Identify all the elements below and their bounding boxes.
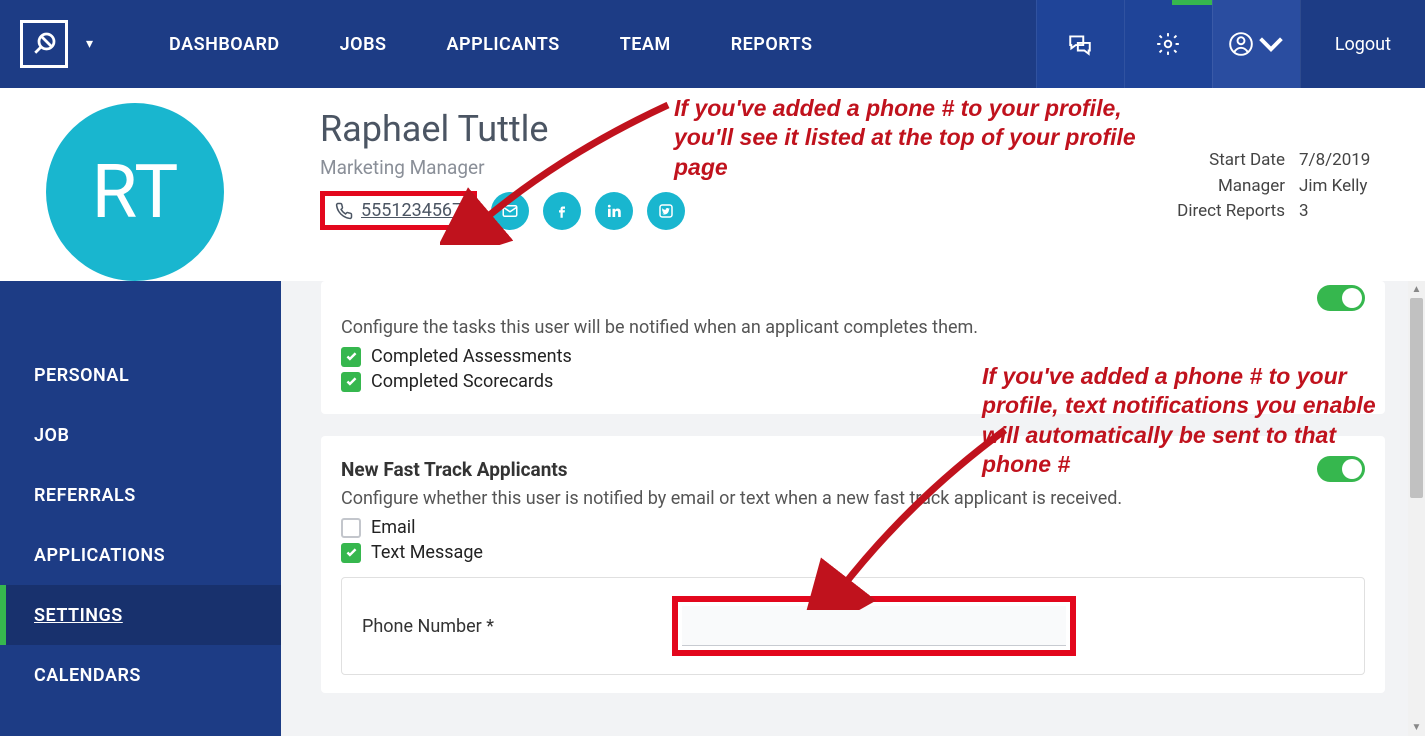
sidebar-item-settings[interactable]: SETTINGS [0,585,281,645]
chevron-down-icon[interactable]: ▾ [86,36,93,52]
completed-scorecards-label: Completed Scorecards [371,371,553,392]
scrollbar[interactable]: ▲ ▼ [1408,281,1425,736]
applicant-tasks-desc: Configure the tasks this user will be no… [341,317,1365,338]
sidebar-item-calendars[interactable]: CALENDARS [0,645,281,705]
nav-right: Logout [1036,0,1425,88]
email-label: Email [371,517,416,538]
annotation-arrow-top [440,95,680,245]
annotation-bottom: If you've added a phone # to your profil… [982,362,1392,480]
scrollbar-up-arrow[interactable]: ▲ [1408,281,1425,298]
nav-dashboard[interactable]: DASHBOARD [169,34,280,55]
logo-area[interactable]: ▾ [0,20,113,68]
settings-icon-button[interactable] [1124,0,1212,88]
applicant-tasks-toggle[interactable] [1317,285,1365,311]
nav-team[interactable]: TEAM [620,34,671,55]
sidebar-item-applications[interactable]: APPLICATIONS [0,525,281,585]
sidebar-item-job[interactable]: JOB [0,405,281,465]
sidebar: PERSONAL JOB REFERRALS APPLICATIONS SETT… [0,281,281,736]
sidebar-item-referrals[interactable]: REFERRALS [0,465,281,525]
nav-jobs[interactable]: JOBS [340,34,387,55]
checkbox-completed-scorecards[interactable] [341,372,361,392]
phone-number-input[interactable] [682,606,1066,646]
start-date-value: 7/8/2019 [1299,148,1389,174]
scrollbar-thumb[interactable] [1410,298,1423,498]
manager-value: Jim Kelly [1299,174,1389,200]
chat-icon-button[interactable] [1036,0,1124,88]
scrollbar-down-arrow[interactable]: ▼ [1408,719,1425,736]
nav-links: DASHBOARD JOBS APPLICANTS TEAM REPORTS [169,34,813,55]
checkbox-completed-assessments[interactable] [341,347,361,367]
profile-metadata: Start Date7/8/2019 ManagerJim Kelly Dire… [1155,148,1389,230]
phone-icon [335,202,353,220]
checkbox-email[interactable] [341,518,361,538]
nav-reports[interactable]: REPORTS [731,34,813,55]
completed-assessments-label: Completed Assessments [371,346,572,367]
direct-reports-value: 3 [1299,199,1389,225]
phone-number-label: Phone Number * [362,616,672,637]
avatar: RT [46,103,224,281]
profile-icon-button[interactable] [1212,0,1300,88]
direct-reports-label: Direct Reports [1155,199,1285,225]
top-navigation: ▾ DASHBOARD JOBS APPLICANTS TEAM REPORTS… [0,0,1425,88]
fast-track-title: New Fast Track Applicants [341,458,568,481]
text-message-label: Text Message [371,542,483,563]
logout-button[interactable]: Logout [1300,0,1425,88]
sidebar-item-personal[interactable]: PERSONAL [0,345,281,405]
nav-applicants[interactable]: APPLICANTS [447,34,560,55]
annotation-top: If you've added a phone # to your profil… [674,94,1184,182]
checkbox-text-message[interactable] [341,543,361,563]
logo-icon [20,20,68,68]
